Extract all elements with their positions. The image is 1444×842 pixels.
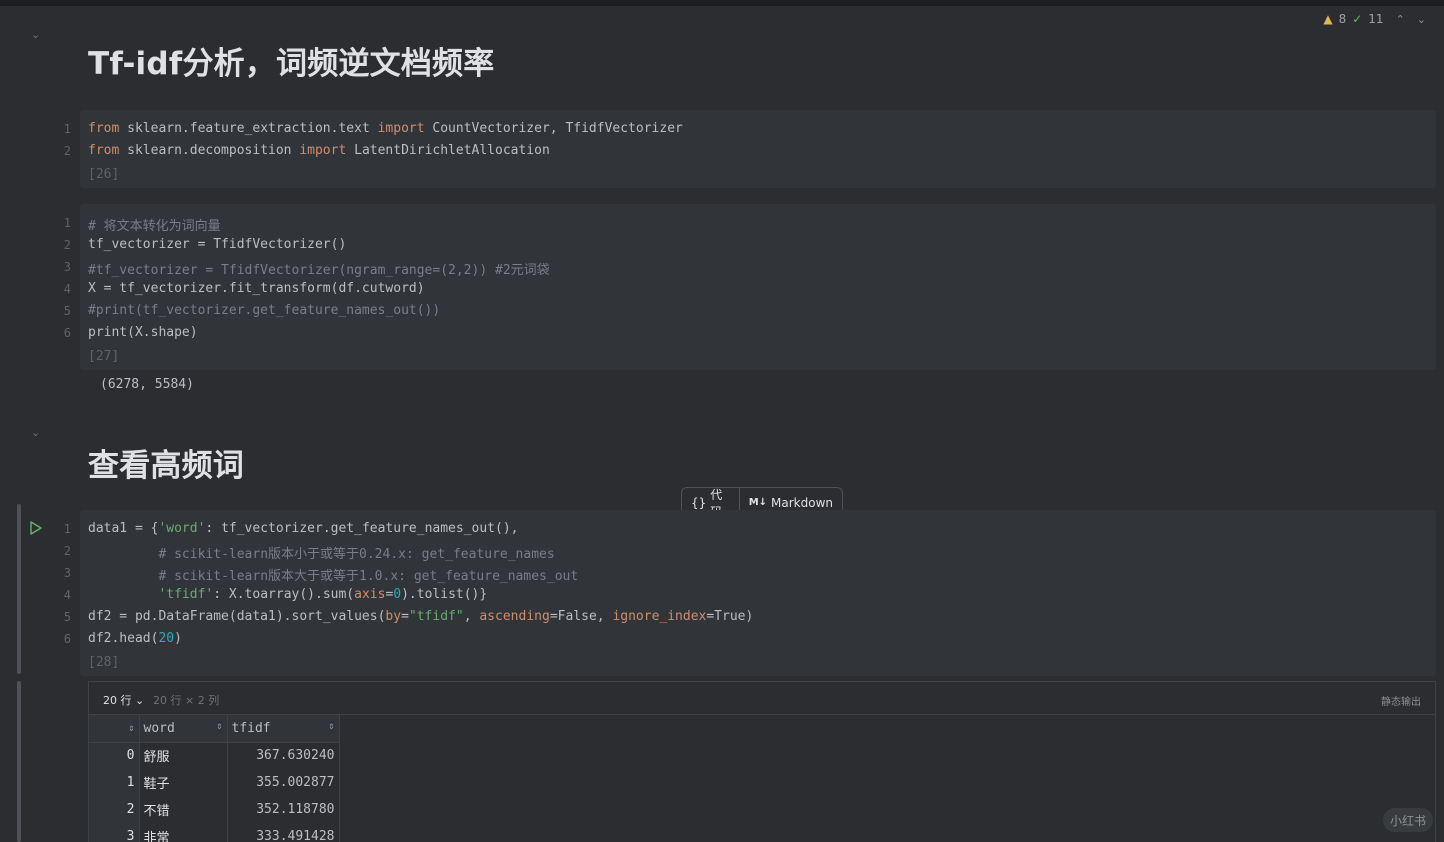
cell-tfidf: 355.002877	[227, 769, 340, 796]
line-number: 2	[63, 238, 71, 252]
table-row[interactable]: 0 舒服 367.630240	[89, 742, 340, 769]
execution-count: [28]	[88, 655, 120, 670]
fold-toggle-icon[interactable]: ⌄	[31, 28, 40, 41]
table-row[interactable]: 3 非常 333.491428	[89, 823, 340, 842]
braces-icon: {}	[691, 495, 707, 510]
cell-word: 非常	[139, 823, 228, 842]
code-line[interactable]: X = tf_vectorizer.fit_transform(df.cutwo…	[88, 281, 425, 296]
line-number: 2	[63, 144, 71, 158]
code-line[interactable]: # 将文本转化为词向量	[88, 215, 221, 234]
cell-tfidf: 333.491428	[227, 823, 340, 842]
warning-count: 8	[1338, 12, 1347, 26]
code-line[interactable]: #tf_vectorizer = TfidfVectorizer(ngram_r…	[88, 259, 550, 278]
cell-output: (6278, 5584)	[100, 377, 194, 392]
index-column-header[interactable]: ⇕	[89, 715, 140, 743]
markdown-heading: Tf-idf分析，词频逆文档频率	[88, 46, 495, 82]
chevron-down-icon: ⌄	[135, 694, 145, 707]
code-line[interactable]: # scikit-learn版本小于或等于0.24.x: get_feature…	[88, 543, 554, 562]
code-line[interactable]: df2.head(20)	[88, 631, 182, 646]
line-number: 6	[63, 326, 71, 340]
row-index: 1	[89, 769, 140, 796]
row-index: 3	[89, 823, 140, 842]
row-index: 0	[89, 742, 140, 769]
line-number: 3	[63, 260, 71, 274]
column-header[interactable]: tfidf ⇕	[227, 715, 340, 743]
line-number: 5	[63, 610, 71, 624]
inspection-widget[interactable]: ▲ 8 ✓ 11 ⌃ ⌄	[1323, 12, 1426, 26]
line-number: 2	[63, 544, 71, 558]
cell-selection-bar	[17, 504, 21, 674]
code-line[interactable]: print(X.shape)	[88, 325, 198, 340]
static-output-button[interactable]: 静态输出	[1381, 693, 1421, 708]
dataframe-dimensions: 20 行 × 2 列	[153, 694, 220, 707]
code-line[interactable]: #print(tf_vectorizer.get_feature_names_o…	[88, 303, 440, 318]
dataframe-output: 20 行 ⌄ 20 行 × 2 列 静态输出 ⇕ word ⇕ tfidf ⇕ 0舒…	[88, 681, 1436, 842]
code-line[interactable]: from sklearn.feature_extraction.text imp…	[88, 121, 683, 136]
code-line[interactable]: 'tfidf': X.toarray().sum(axis=0).tolist(…	[88, 587, 487, 602]
chevron-up-icon[interactable]: ⌃	[1396, 13, 1405, 26]
output-selection-bar	[17, 681, 21, 842]
rows-dropdown[interactable]: 20 行 ⌄	[103, 692, 144, 708]
markdown-heading: 查看高频词	[88, 448, 244, 484]
table-row[interactable]: 1 鞋子 355.002877	[89, 769, 340, 796]
watermark: 小红书	[1383, 808, 1433, 832]
cell-word: 舒服	[139, 742, 228, 769]
line-number: 4	[63, 588, 71, 602]
warning-icon: ▲	[1323, 12, 1333, 26]
column-header[interactable]: word ⇕	[139, 715, 228, 743]
check-icon: ✓	[1352, 12, 1363, 26]
sort-icon[interactable]: ⇕	[216, 721, 222, 732]
line-number: 5	[63, 304, 71, 318]
code-line[interactable]: df2 = pd.DataFrame(data1).sort_values(by…	[88, 609, 753, 624]
cell-word: 鞋子	[139, 769, 228, 796]
line-number: 1	[63, 216, 71, 230]
run-cell-icon[interactable]	[28, 520, 44, 536]
code-line[interactable]: from sklearn.decomposition import Latent…	[88, 143, 550, 158]
line-number: 4	[63, 282, 71, 296]
row-index: 2	[89, 796, 140, 823]
sort-icon[interactable]: ⇕	[128, 723, 134, 734]
execution-count: [27]	[88, 349, 120, 364]
cell-tfidf: 352.118780	[227, 796, 340, 823]
line-number: 1	[63, 122, 71, 136]
dataframe-header: 20 行 ⌄ 20 行 × 2 列 静态输出	[89, 682, 1435, 715]
fold-toggle-icon[interactable]: ⌄	[31, 426, 40, 439]
add-markdown-label: Markdown	[771, 495, 833, 510]
editor-top-border	[0, 0, 1444, 6]
execution-count: [26]	[88, 167, 120, 182]
code-line[interactable]: data1 = {'word': tf_vectorizer.get_featu…	[88, 521, 519, 536]
sort-icon[interactable]: ⇕	[328, 721, 334, 732]
line-number: 6	[63, 632, 71, 646]
code-line[interactable]: # scikit-learn版本大于或等于1.0.x: get_feature_…	[88, 565, 578, 584]
code-line[interactable]: tf_vectorizer = TfidfVectorizer()	[88, 237, 346, 252]
cell-word: 不错	[139, 796, 228, 823]
dataframe-table: ⇕ word ⇕ tfidf ⇕ 0 舒服 367.630240 1 鞋子 355.00287…	[89, 715, 340, 842]
table-row[interactable]: 2 不错 352.118780	[89, 796, 340, 823]
line-number: 1	[63, 522, 71, 536]
markdown-icon: M↓	[748, 497, 768, 508]
cell-tfidf: 367.630240	[227, 742, 340, 769]
weak-warning-count: 11	[1368, 12, 1384, 26]
line-number: 3	[63, 566, 71, 580]
chevron-down-icon[interactable]: ⌄	[1417, 13, 1426, 26]
